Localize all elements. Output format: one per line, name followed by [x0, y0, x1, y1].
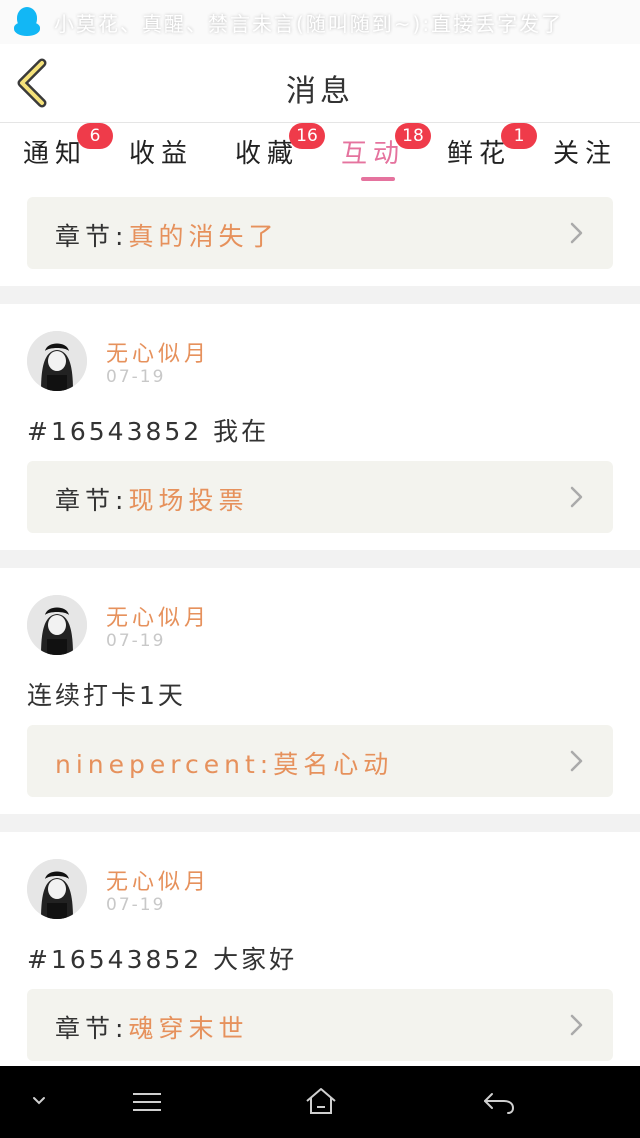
active-tab-indicator	[361, 177, 395, 181]
chevron-down-icon	[33, 1097, 45, 1105]
avatar-image	[27, 859, 87, 919]
system-nav-bar	[0, 1066, 640, 1138]
chapter-link[interactable]: ninepercent:莫名心动	[27, 725, 613, 797]
avatar-image	[27, 595, 87, 655]
message-date: 07-19	[106, 895, 166, 915]
chapter-link[interactable]: 章节:现场投票	[27, 461, 613, 533]
tab-label: 收益	[128, 139, 193, 169]
chevron-right-icon	[570, 486, 583, 508]
page-title: 消息	[286, 74, 354, 109]
chapter-link[interactable]: 章节:真的消失了	[27, 197, 613, 269]
tab-badge: 16	[289, 123, 325, 149]
chevron-right-icon	[570, 222, 583, 244]
comment-text: #16543852 大家好	[27, 945, 298, 974]
tab-following[interactable]: 关注	[540, 133, 630, 183]
chapter-ref: 章节:真的消失了	[55, 222, 279, 251]
notification-ticker: 小莫花、真醒、禁言未言(随叫随到~):直接丢字发了	[54, 11, 564, 36]
app-header: 消息	[0, 44, 640, 123]
message-date: 07-19	[106, 367, 166, 387]
chevron-right-icon	[570, 750, 583, 772]
back-arrow-icon	[484, 1093, 515, 1114]
chapter-ref: 章节:现场投票	[55, 486, 249, 515]
hide-nav-button[interactable]	[26, 1092, 52, 1116]
comment-text: 连续打卡1天	[27, 681, 186, 710]
tab-badge: 18	[395, 123, 431, 149]
tab-badge: 1	[501, 123, 537, 149]
home-icon	[306, 1088, 336, 1114]
qq-penguin-icon	[12, 7, 42, 37]
chapter-ref: 章节:魂穿末世	[55, 1014, 249, 1043]
avatar[interactable]	[27, 331, 87, 391]
chapter-link[interactable]: 章节:魂穿末世	[27, 989, 613, 1061]
avatar[interactable]	[27, 595, 87, 655]
system-back-button[interactable]	[482, 1090, 516, 1120]
status-bar: 小莫花、真醒、禁言未言(随叫随到~):直接丢字发了	[0, 0, 640, 44]
home-button[interactable]	[304, 1086, 338, 1120]
chevron-right-icon	[570, 1014, 583, 1036]
message-card: 无心似月 07-19 连续打卡1天 ninepercent:莫名心动	[0, 568, 640, 814]
tab-bar: 通知 6 收益 收藏 16 互动 18 鲜花 1 关注	[0, 123, 640, 185]
username[interactable]: 无心似月	[106, 600, 210, 632]
tab-notice[interactable]: 通知 6	[10, 123, 113, 183]
message-card: 章节:真的消失了	[0, 185, 640, 286]
chapter-ref: ninepercent:莫名心动	[55, 750, 394, 779]
message-date: 07-19	[106, 631, 166, 651]
tab-flowers[interactable]: 鲜花 1	[434, 123, 537, 183]
username[interactable]: 无心似月	[106, 864, 210, 896]
message-card: 无心似月 07-19 #16543852 我在 章节:现场投票	[0, 304, 640, 550]
avatar-image	[27, 331, 87, 391]
menu-button[interactable]	[130, 1090, 164, 1118]
message-card: 无心似月 07-19 #16543852 大家好 章节:魂穿末世	[0, 832, 640, 1066]
tab-earnings[interactable]: 收益	[116, 133, 206, 183]
tab-badge: 6	[77, 123, 113, 149]
avatar[interactable]	[27, 859, 87, 919]
tab-favorites[interactable]: 收藏 16	[222, 123, 325, 183]
tab-interaction[interactable]: 互动 18	[328, 123, 431, 183]
tab-label: 关注	[552, 139, 617, 169]
username[interactable]: 无心似月	[106, 336, 210, 368]
comment-text: #16543852 我在	[27, 417, 270, 446]
menu-icon	[133, 1093, 161, 1111]
